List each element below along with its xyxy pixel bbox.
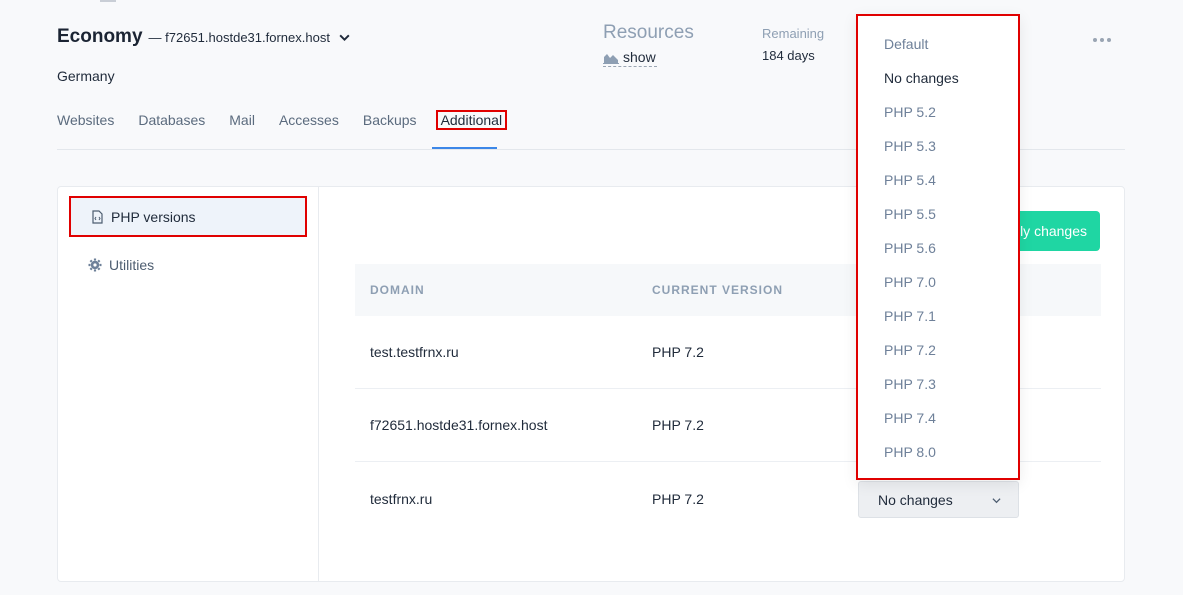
tab-websites[interactable]: Websites: [57, 110, 114, 130]
sidebar-item-utilities[interactable]: Utilities: [69, 244, 307, 285]
dropdown-option-php-5-4[interactable]: PHP 5.4: [884, 172, 936, 188]
version-cell: PHP 7.2: [652, 344, 704, 360]
dropdown-option-php-7-3[interactable]: PHP 7.3: [884, 376, 936, 392]
tab-databases[interactable]: Databases: [138, 110, 205, 130]
dropdown-option-default[interactable]: Default: [884, 36, 928, 52]
chevron-down-icon: [992, 498, 1001, 504]
dropdown-option-php-5-5[interactable]: PHP 5.5: [884, 206, 936, 222]
dropdown-option-php-8-0[interactable]: PHP 8.0: [884, 444, 936, 460]
version-cell: PHP 7.2: [652, 490, 704, 507]
tab-additional[interactable]: Additional: [435, 110, 508, 130]
apply-changes-button[interactable]: Apply changes: [1016, 211, 1100, 251]
column-current-version: CURRENT VERSION: [652, 283, 784, 297]
domain-cell: f72651.hostde31.fornex.host: [370, 417, 548, 433]
php-version-dropdown: Default No changes PHP 5.2 PHP 5.3 PHP 5…: [856, 14, 1020, 480]
dropdown-option-php-5-3[interactable]: PHP 5.3: [884, 138, 936, 154]
remaining-block: Remaining 184 days: [762, 26, 824, 63]
column-domain: DOMAIN: [370, 283, 425, 297]
tab-backups[interactable]: Backups: [363, 110, 417, 130]
show-label: show: [623, 49, 656, 65]
tab-bar: Websites Databases Mail Accesses Backups…: [57, 110, 531, 130]
sidebar-item-label: Utilities: [109, 256, 155, 273]
php-file-icon: [92, 209, 103, 224]
resources-show-link[interactable]: show: [603, 49, 657, 67]
resources-title: Resources: [603, 22, 694, 43]
chevron-down-icon[interactable]: [338, 31, 351, 44]
select-value: No changes: [878, 491, 953, 508]
dropdown-option-php-7-2[interactable]: PHP 7.2: [884, 342, 936, 358]
dropdown-option-php-5-2[interactable]: PHP 5.2: [884, 104, 936, 120]
dropdown-option-php-7-0[interactable]: PHP 7.0: [884, 274, 936, 290]
tab-accesses[interactable]: Accesses: [279, 110, 339, 130]
sidebar: PHP versions Utilities: [58, 187, 319, 581]
php-version-select[interactable]: No changes: [858, 481, 1019, 518]
resources-block: Resources show: [603, 22, 694, 67]
plan-name: Economy: [57, 26, 143, 47]
version-cell: PHP 7.2: [652, 417, 704, 433]
dropdown-option-php-5-6[interactable]: PHP 5.6: [884, 240, 936, 256]
location-label: Germany: [57, 68, 115, 84]
host-name: — f72651.hostde31.fornex.host: [148, 30, 330, 45]
dropdown-option-php-7-1[interactable]: PHP 7.1: [884, 308, 936, 324]
gear-icon: [88, 258, 102, 271]
sidebar-item-php-versions[interactable]: PHP versions: [69, 196, 307, 237]
sidebar-item-label: PHP versions: [111, 208, 196, 225]
top-indicator: [100, 0, 116, 2]
domain-cell: testfrnx.ru: [370, 490, 433, 507]
domain-cell: test.testfrnx.ru: [370, 344, 459, 360]
service-header: Economy — f72651.hostde31.fornex.host: [57, 26, 351, 48]
tab-mail[interactable]: Mail: [229, 110, 255, 130]
dropdown-option-no-changes[interactable]: No changes: [884, 70, 959, 86]
remaining-value: 184 days: [762, 48, 815, 63]
remaining-label: Remaining: [762, 26, 825, 41]
chart-area-icon: [603, 53, 619, 64]
dropdown-option-php-7-4[interactable]: PHP 7.4: [884, 410, 936, 426]
more-options-icon[interactable]: [1093, 38, 1111, 42]
